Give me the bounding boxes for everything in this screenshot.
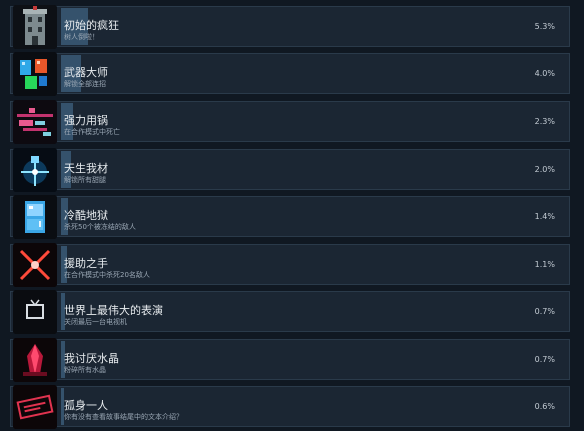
achievement-title: 天生我材 bbox=[64, 162, 108, 175]
achievement-title: 初始的疯狂 bbox=[64, 19, 119, 32]
achievement-row[interactable]: 冷酷地狱 杀死50个被冻结的敌人 1.4% bbox=[10, 195, 570, 239]
weapons-icon bbox=[13, 52, 57, 96]
achievement-percent: 0.7% bbox=[534, 307, 555, 316]
achievement-percent: 1.1% bbox=[534, 260, 555, 269]
achievement-title: 孤身一人 bbox=[64, 399, 108, 412]
pan-icon bbox=[13, 100, 57, 144]
achievement-title: 冷酷地狱 bbox=[64, 209, 108, 222]
achievement-row[interactable]: 强力用锅 在合作模式中死亡 2.3% bbox=[10, 100, 570, 144]
achievement-description: 你有没有查看故事结尾中的文本介绍？ bbox=[64, 413, 183, 421]
achievement-description: 在合作模式中死亡 bbox=[64, 128, 120, 136]
tower-icon bbox=[13, 5, 57, 49]
achievement-title: 世界上最伟大的表演 bbox=[64, 304, 163, 317]
achievement-row[interactable]: 武器大师 解锁全部连招 4.0% bbox=[10, 52, 570, 96]
achievement-percent: 4.0% bbox=[534, 69, 555, 78]
achievement-description: 解锁全部连招 bbox=[64, 80, 106, 88]
stamp-icon bbox=[13, 385, 57, 429]
achievement-percent: 5.3% bbox=[534, 22, 555, 31]
achievement-list: 初始的疯狂 树人倒啦！ 5.3% 武器大师 解锁全部连招 4.0% 强力用锅 在… bbox=[0, 0, 584, 431]
achievement-row[interactable]: 天生我材 解锁所有甜腿 2.0% bbox=[10, 148, 570, 192]
achievement-row[interactable]: 初始的疯狂 树人倒啦！ 5.3% bbox=[10, 5, 570, 49]
achievement-title: 武器大师 bbox=[64, 66, 108, 79]
glowing-figure-icon bbox=[13, 148, 57, 192]
achievement-row[interactable]: 援助之手 在合作模式中杀死20名敌人 1.1% bbox=[10, 243, 570, 287]
achievement-description: 树人倒啦！ bbox=[64, 33, 99, 41]
achievement-title: 我讨厌水晶 bbox=[64, 352, 119, 365]
achievement-percent: 0.6% bbox=[534, 402, 555, 411]
achievement-percent: 2.0% bbox=[534, 165, 555, 174]
achievement-description: 在合作模式中杀死20名敌人 bbox=[64, 271, 150, 279]
achievement-row[interactable]: 我讨厌水晶 粉碎所有水晶 0.7% bbox=[10, 338, 570, 382]
cross-slash-icon bbox=[13, 243, 57, 287]
achievement-description: 杀死50个被冻结的敌人 bbox=[64, 223, 136, 231]
freezer-icon bbox=[13, 195, 57, 239]
achievement-title: 援助之手 bbox=[64, 257, 108, 270]
achievement-row[interactable]: 世界上最伟大的表演 关闭最后一台电视机 0.7% bbox=[10, 290, 570, 334]
achievement-row[interactable]: 孤身一人 你有没有查看故事结尾中的文本介绍？ 0.6% bbox=[10, 385, 570, 429]
achievement-percent: 1.4% bbox=[534, 212, 555, 221]
tv-icon bbox=[13, 290, 57, 334]
achievement-description: 关闭最后一台电视机 bbox=[64, 318, 127, 326]
achievement-description: 解锁所有甜腿 bbox=[64, 176, 106, 184]
crystal-icon bbox=[13, 338, 57, 382]
achievement-title: 强力用锅 bbox=[64, 114, 108, 127]
achievement-description: 粉碎所有水晶 bbox=[64, 366, 106, 374]
achievement-percent: 2.3% bbox=[534, 117, 555, 126]
achievement-percent: 0.7% bbox=[534, 355, 555, 364]
